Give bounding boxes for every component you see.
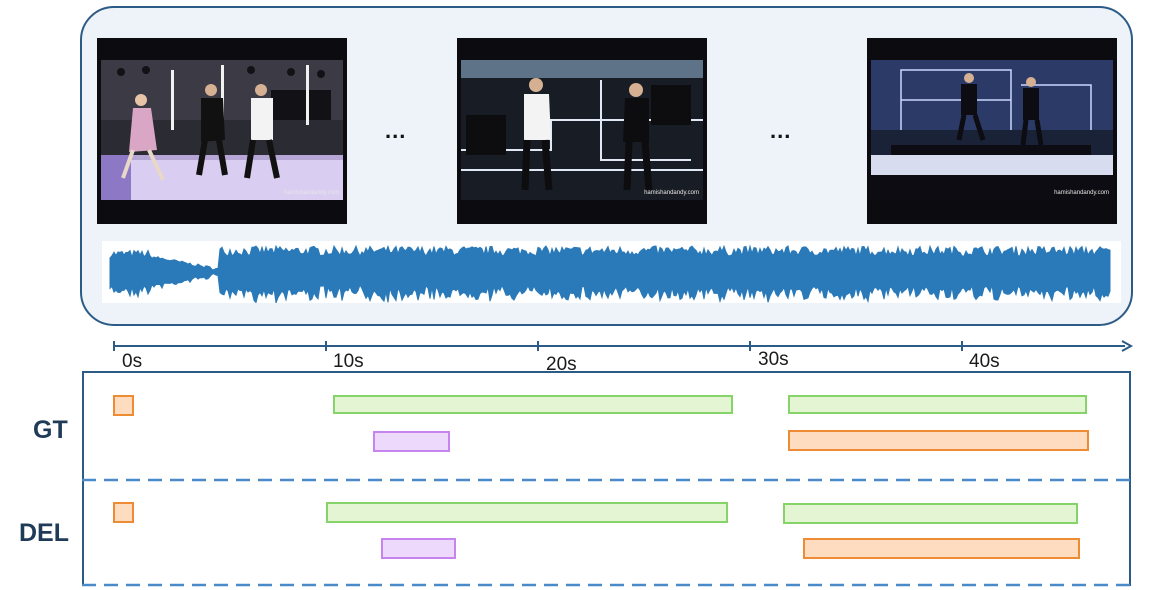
del-segment-orange-end — [803, 538, 1080, 559]
gt-segment-purple — [373, 431, 450, 452]
del-segment-purple — [381, 538, 456, 559]
del-segment-green-1 — [326, 502, 728, 523]
gt-segment-orange-end — [788, 430, 1089, 451]
gt-row-label: GT — [33, 416, 68, 444]
del-segment-green-2 — [783, 503, 1078, 524]
gt-segment-orange-start — [113, 395, 134, 416]
del-row-label: DEL — [19, 519, 69, 547]
gt-segment-green-2 — [788, 395, 1087, 414]
del-segment-orange-start — [113, 502, 134, 523]
gt-segment-green-1 — [333, 395, 733, 414]
